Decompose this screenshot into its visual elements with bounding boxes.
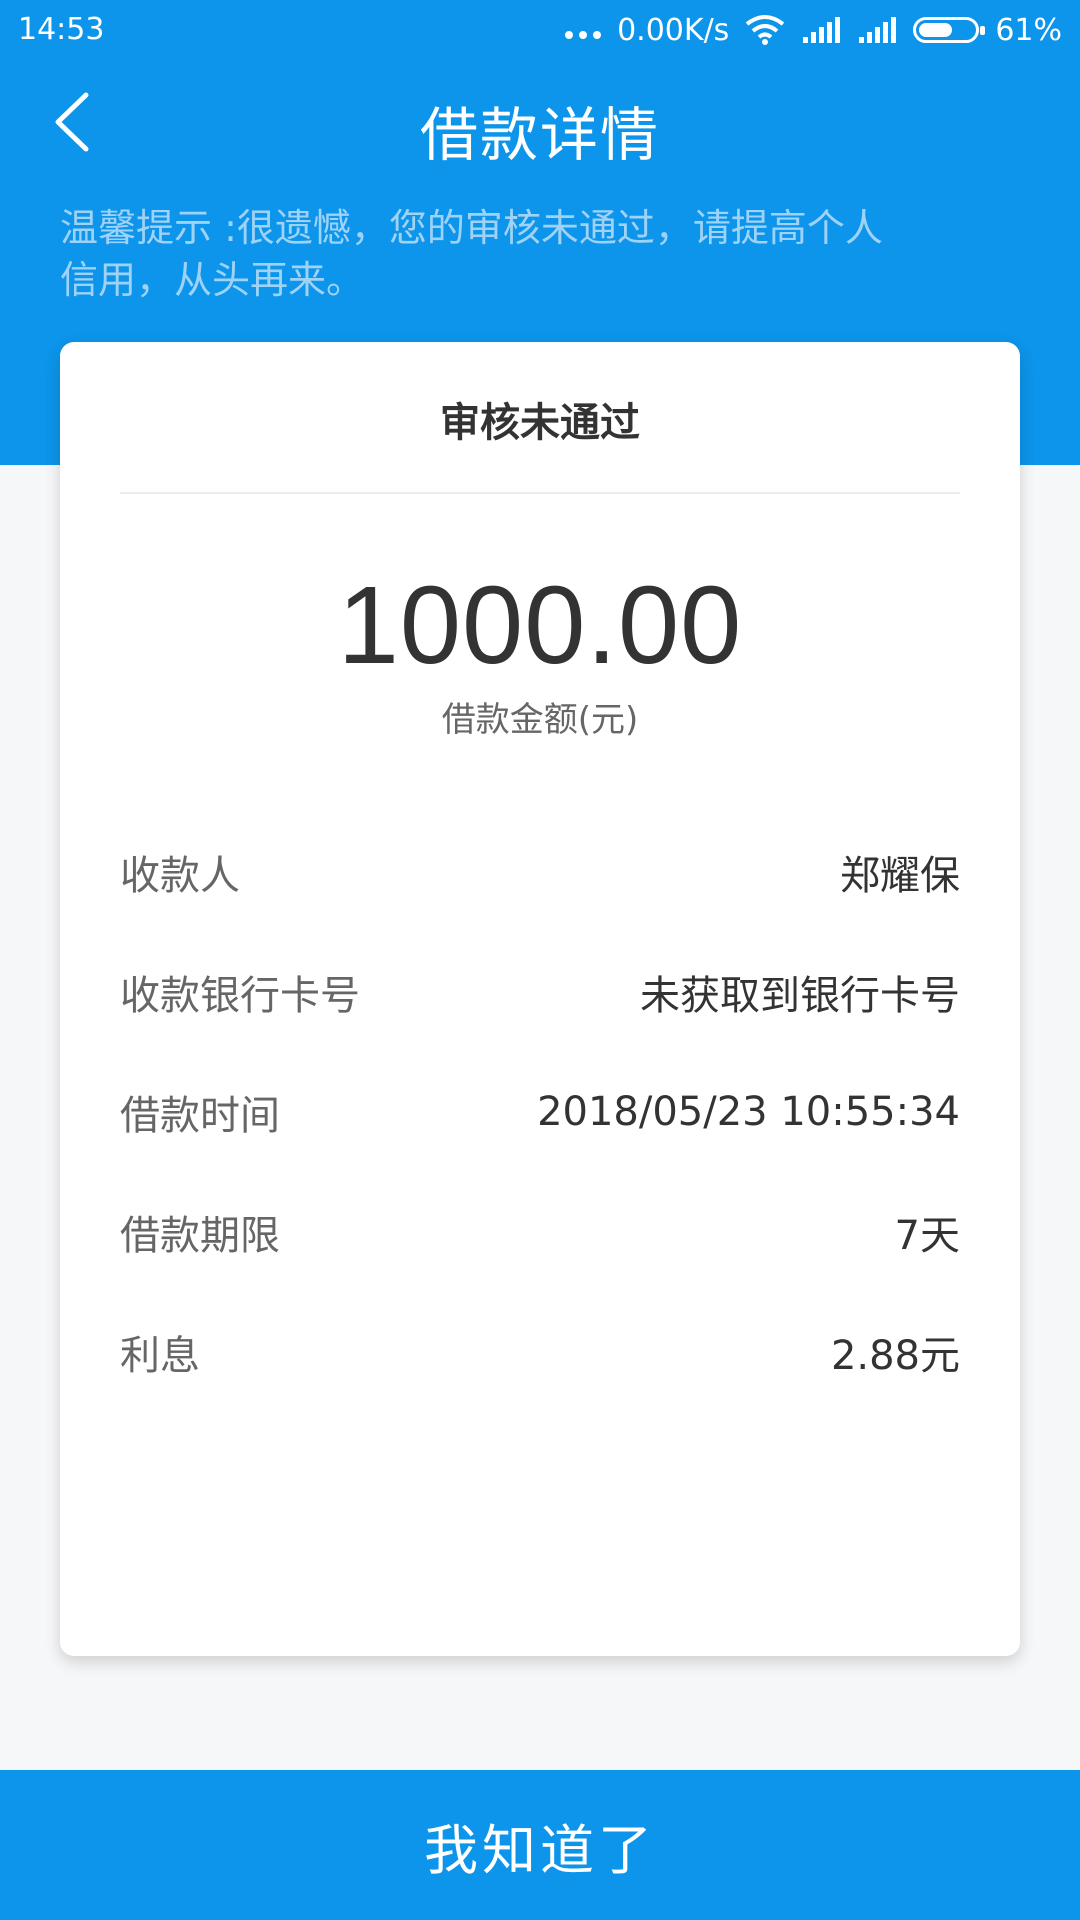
detail-value: 7天 (894, 1213, 960, 1259)
divider (120, 492, 960, 494)
battery-icon (913, 17, 986, 43)
detail-value: 未获取到银行卡号 (640, 973, 960, 1019)
detail-label: 收款人 (120, 853, 240, 899)
status-bar: 14:53 0.00K/s 61% (0, 0, 1080, 60)
network-speed: 0.00K/s (617, 12, 730, 48)
detail-label: 借款期限 (120, 1213, 280, 1259)
loan-detail-card: 审核未通过 1000.00 借款金额(元) 收款人 郑耀保 收款银行卡号 未获取… (60, 342, 1020, 1656)
detail-value: 2.88元 (830, 1333, 960, 1379)
status-time: 14:53 (18, 12, 105, 47)
notice-text: 温馨提示 :很遗憾，您的审核未通过，请提高个人信用，从头再来。 (60, 206, 883, 302)
detail-value: 2018/05/23 10:55:34 (537, 1089, 960, 1135)
detail-row-payee: 收款人 郑耀保 (120, 812, 960, 932)
detail-value: 郑耀保 (840, 853, 960, 899)
battery-percent: 61% (995, 12, 1062, 48)
page-title: 借款详情 (419, 101, 660, 169)
detail-row-interest: 利息 2.88元 (120, 1292, 960, 1412)
navigation-bar: 借款详情 (0, 64, 1080, 184)
loan-amount-label: 借款金额(元) (441, 700, 639, 740)
detail-label: 借款时间 (120, 1093, 280, 1139)
detail-list: 收款人 郑耀保 收款银行卡号 未获取到银行卡号 借款时间 2018/05/23 … (120, 812, 960, 1412)
wifi-icon (746, 15, 785, 45)
signal-icon (803, 17, 841, 43)
signal-icon (859, 17, 897, 43)
review-status: 审核未通过 (440, 400, 640, 446)
loan-amount: 1000.00 (337, 564, 743, 687)
more-dots-icon (565, 31, 602, 39)
status-icons: 0.00K/s 61% (565, 10, 1062, 50)
detail-label: 收款银行卡号 (120, 973, 360, 1019)
screen: 14:53 0.00K/s 61% 借款详情 温馨提示:很遗憾，您的审核未通过… (0, 0, 1080, 1920)
acknowledge-button[interactable]: 我知道了 (0, 1770, 1080, 1920)
detail-row-loan-time: 借款时间 2018/05/23 10:55:34 (120, 1052, 960, 1172)
detail-row-bank-card: 收款银行卡号 未获取到银行卡号 (120, 932, 960, 1052)
battery-level (919, 23, 953, 37)
detail-row-loan-term: 借款期限 7天 (120, 1172, 960, 1292)
detail-label: 利息 (120, 1333, 200, 1379)
